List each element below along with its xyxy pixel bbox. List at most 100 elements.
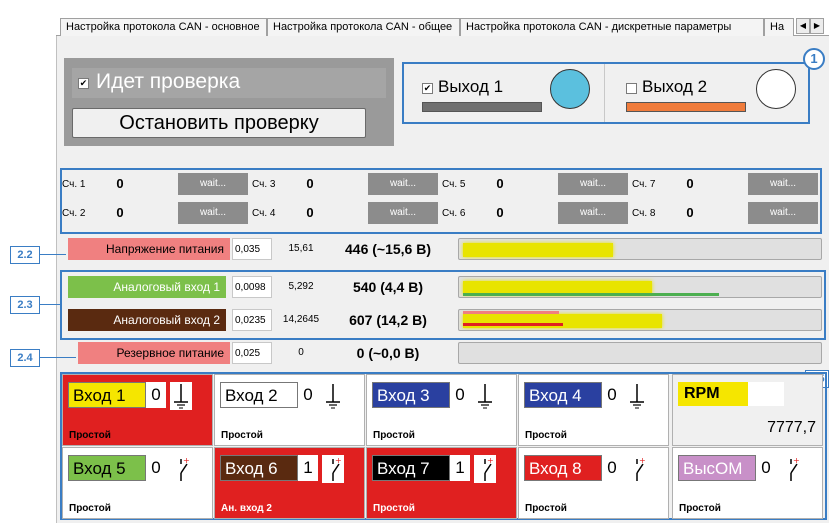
counter-wait-button[interactable]: wait...	[748, 202, 818, 224]
callout-2-3-line	[40, 304, 60, 305]
analog-value: 446 (~15,6 В)	[345, 241, 431, 257]
analog-progress-bar	[458, 342, 822, 364]
analog-progress-underline	[463, 293, 719, 296]
analog-raw-2: 0	[298, 347, 304, 358]
rpm-card: RPM 7777,7	[672, 374, 823, 446]
output-2-label: Выход 2	[642, 77, 708, 96]
tab-can-general[interactable]: Настройка протокола CAN - общее	[267, 18, 460, 36]
analog-raw-1: 0,035	[232, 238, 272, 260]
checkbox-empty-icon	[626, 82, 637, 94]
callout-2-4: 2.4	[10, 349, 40, 367]
check-label: Идет проверка	[96, 70, 241, 93]
switch-plus-icon: +	[170, 455, 192, 483]
switch-plus-icon: +	[322, 455, 344, 483]
input-value: 0	[146, 455, 166, 481]
input-card: Вход 1 0 Простой	[62, 374, 213, 446]
counter-label: Сч. 7	[632, 179, 656, 190]
input-card: Вход 5 0 + Простой	[62, 447, 213, 519]
counter-label: Сч. 2	[62, 208, 86, 219]
input-card: Вход 6 1 + Ан. вход 2	[214, 447, 365, 519]
counter-wait-button[interactable]: wait...	[368, 202, 438, 224]
counter-wait-button[interactable]: wait...	[748, 173, 818, 195]
stop-check-button[interactable]: Остановить проверку	[72, 108, 366, 138]
tab-scroll-left-icon[interactable]: ◀	[796, 18, 810, 34]
input-status: Простой	[221, 430, 263, 441]
counter-label: Сч. 6	[442, 208, 466, 219]
counter-label: Сч. 4	[252, 208, 276, 219]
svg-text:+: +	[793, 456, 800, 465]
svg-text:+: +	[487, 456, 494, 465]
rpm-value: 7777,7	[767, 419, 816, 436]
input-name: Вход 5	[68, 455, 146, 481]
counter-value: 0	[686, 176, 694, 191]
analog-raw-2: 15,61	[288, 243, 314, 254]
input-card: Вход 8 0 + Простой	[518, 447, 669, 519]
analog-raw-2: 5,292	[288, 281, 314, 292]
input-value: 0	[146, 382, 166, 408]
callout-2-2: 2.2	[10, 246, 40, 264]
output-1-bar	[422, 102, 542, 112]
analog-label: Аналоговый вход 2	[68, 309, 226, 331]
tab-more[interactable]: На	[764, 18, 794, 36]
counter-wait-button[interactable]: wait...	[368, 173, 438, 195]
input-status: Простой	[373, 430, 415, 441]
output-2-checkbox[interactable]	[626, 82, 637, 94]
counter-value: 0	[306, 176, 314, 191]
analog-progress-fill	[463, 243, 613, 257]
counter-label: Сч. 1	[62, 179, 86, 190]
input-name: Вход 6	[220, 455, 298, 481]
outputs-divider	[604, 64, 605, 122]
checkmark-icon: ✔	[422, 82, 433, 94]
counter-value: 0	[496, 205, 504, 220]
input-value: 0	[602, 382, 622, 408]
ground-icon	[474, 382, 496, 410]
ground-icon	[322, 382, 344, 410]
rpm-label: RPM	[678, 382, 748, 406]
checkmark-icon: ✔	[78, 77, 89, 89]
counter-value: 0	[116, 176, 124, 191]
output-2-indicator	[756, 69, 796, 109]
analog-progress-bar	[458, 238, 822, 260]
output-2-bar	[626, 102, 746, 112]
check-group: ✔ Идет проверка Остановить проверку	[64, 58, 394, 146]
counter-wait-button[interactable]: wait...	[558, 173, 628, 195]
counter-label: Сч. 5	[442, 179, 466, 190]
callout-2-2-line	[40, 254, 66, 255]
outputs-group: ✔ Выход 1 Выход 2	[402, 62, 810, 124]
analog-progress-underline	[463, 323, 563, 326]
counter-wait-button[interactable]: wait...	[558, 202, 628, 224]
input-value: 0	[756, 455, 776, 481]
output-1-label: Выход 1	[438, 77, 504, 96]
input-card: Вход 2 0 Простой	[214, 374, 365, 446]
input-name: Вход 7	[372, 455, 450, 481]
analog-label: Напряжение питания	[68, 238, 230, 260]
ground-icon	[170, 382, 192, 410]
check-checkbox[interactable]: ✔	[78, 77, 89, 89]
input-name: Вход 4	[524, 382, 602, 408]
analog-raw-1: 0,0235	[232, 309, 272, 331]
switch-plus-icon: +	[780, 455, 802, 483]
tab-can-basic[interactable]: Настройка протокола CAN - основное	[60, 18, 267, 36]
analog-raw-1: 0,0098	[232, 276, 272, 298]
callout-2-3: 2.3	[10, 296, 40, 314]
analog-value: 540 (4,4 В)	[352, 279, 424, 295]
input-value: 1	[450, 455, 470, 481]
output-1-checkbox[interactable]: ✔	[422, 82, 433, 94]
switch-plus-icon: +	[474, 455, 496, 483]
counter-wait-button[interactable]: wait...	[178, 202, 248, 224]
input-card: ВысОМ 0 + Простой	[672, 447, 823, 519]
input-name: Вход 8	[524, 455, 602, 481]
analog-raw-1: 0,025	[232, 342, 272, 364]
input-status: Простой	[373, 503, 415, 514]
check-checkbox-row[interactable]: ✔ Идет проверка	[72, 68, 386, 98]
counter-wait-button[interactable]: wait...	[178, 173, 248, 195]
tab-can-discrete[interactable]: Настройка протокола CAN - дискретные пар…	[460, 18, 764, 36]
input-name: ВысОМ	[678, 455, 756, 481]
counter-value: 0	[496, 176, 504, 191]
input-card: Вход 4 0 Простой	[518, 374, 669, 446]
analog-progress-bar	[458, 276, 822, 298]
analog-value: 607 (14,2 В)	[349, 312, 427, 328]
analog-label: Резервное питание	[78, 342, 230, 364]
input-name: Вход 3	[372, 382, 450, 408]
tab-scroll-right-icon[interactable]: ▶	[810, 18, 824, 34]
